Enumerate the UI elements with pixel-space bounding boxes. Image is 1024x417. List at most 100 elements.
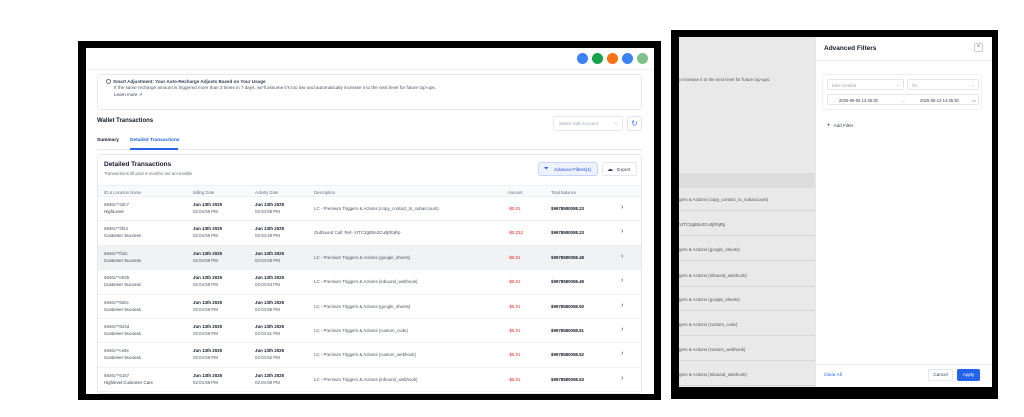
amount: -$0.01 bbox=[508, 303, 521, 309]
column-header-id: ID & Location Name bbox=[104, 189, 142, 195]
filter-group: Date created ⌄ On ⌄ 2025-06-06 14:35:30 → … bbox=[822, 74, 982, 110]
transaction-id: 6846c**826c bbox=[104, 299, 129, 305]
table-row[interactable]: 6846c**f1dc Customer Success Jun 13th 2025… bbox=[98, 245, 641, 271]
chevron-right-icon[interactable]: › bbox=[621, 204, 623, 211]
close-icon: × bbox=[976, 44, 981, 50]
background-text: y increase it to the next level for futu… bbox=[679, 77, 771, 82]
export-button[interactable]: ☁ Export bbox=[602, 162, 637, 176]
background-text: gers & Actions (google_sheets) bbox=[679, 247, 740, 252]
activity-date: Jun 13th 2025 bbox=[255, 372, 285, 378]
table-row[interactable]: 6846c**6157 Highlevel Customer Care Jun 13… bbox=[98, 368, 641, 393]
table-row[interactable]: 6846c**4dc7 HighLevel Jun 13th 2025 02:04:5… bbox=[98, 197, 641, 222]
billing-date: Jun 13th 2025 bbox=[193, 348, 223, 354]
billing-time: 02:04:59 PM bbox=[193, 379, 218, 385]
sub-account-select[interactable]: Select Sub Account ⌄ bbox=[553, 116, 623, 131]
external-link-icon: ↗ bbox=[138, 91, 143, 97]
billing-time: 02:04:59 PM bbox=[193, 306, 218, 312]
activity-time: 02:04:49 PM bbox=[255, 233, 280, 239]
activity-time: 02:04:59 PM bbox=[255, 257, 280, 263]
avatar[interactable] bbox=[637, 53, 648, 64]
amount: -$0.01 bbox=[508, 376, 521, 382]
chevron-right-icon[interactable]: › bbox=[621, 302, 623, 309]
location-name: Customer Success bbox=[104, 355, 141, 361]
chevron-down-icon: ⌄ bbox=[896, 82, 900, 87]
location-name: HighLevel bbox=[104, 209, 124, 214]
advanced-filters-screen: y increase it to the next level for futu… bbox=[679, 37, 992, 387]
table-row[interactable]: 6846c**824d Customer Success Jun 13th 2025… bbox=[98, 319, 641, 344]
column-header-billing-date: Billing Date bbox=[193, 189, 215, 195]
dimmed-background: y increase it to the next level for futu… bbox=[679, 37, 815, 387]
description: LC - Premium Triggers & Actions (copy_co… bbox=[314, 206, 439, 211]
amount: -$0.01 bbox=[508, 352, 521, 358]
chevron-down-icon: ⌄ bbox=[971, 82, 975, 87]
advanced-filters-title: Advanced Filters bbox=[824, 45, 877, 52]
smart-adjustment-notice: Smart Adjustment: Your Auto-Recharge Adj… bbox=[97, 74, 642, 110]
link-icon[interactable] bbox=[577, 53, 588, 64]
tab-detailed-transactions[interactable]: Detailed Transactions bbox=[130, 138, 180, 143]
billing-date: Jun 13th 2025 bbox=[193, 275, 223, 281]
billing-date: Jun 13th 2025 bbox=[193, 323, 223, 329]
transaction-id: 6846c**ce8e bbox=[104, 348, 129, 354]
background-row-divider bbox=[679, 210, 815, 211]
chevron-right-icon[interactable]: › bbox=[621, 326, 623, 333]
background-table-header bbox=[679, 173, 815, 188]
column-header-description: Description bbox=[314, 189, 335, 195]
background-row-divider bbox=[679, 286, 815, 287]
billing-date: Jun 13th 2025 bbox=[193, 202, 223, 207]
top-icons bbox=[577, 53, 648, 64]
total-balance: $9978580058.48 bbox=[551, 254, 584, 260]
filter-field-select[interactable]: Date created ⌄ bbox=[827, 79, 904, 90]
billing-time: 02:04:59 PM bbox=[193, 257, 218, 263]
chevron-right-icon[interactable]: › bbox=[621, 253, 623, 260]
background-text: gers & Actions (custom_code) bbox=[679, 322, 738, 327]
background-row-divider bbox=[679, 310, 815, 311]
add-filter-button[interactable]: + Add Filter bbox=[827, 123, 853, 129]
table-row[interactable]: 6846c**3f24 Customer Success Jun 13th 2025… bbox=[98, 221, 641, 246]
background-row-divider bbox=[679, 385, 815, 386]
apply-button[interactable]: Apply bbox=[957, 369, 980, 381]
table-row[interactable]: 6846c**ce8e Customer Success Jun 13th 2025… bbox=[98, 343, 641, 368]
activity-date: Jun 13th 2025 bbox=[255, 275, 285, 281]
location-name: Customer Success bbox=[104, 233, 141, 239]
chevron-right-icon[interactable]: › bbox=[621, 350, 623, 357]
notification-icon[interactable] bbox=[607, 53, 618, 64]
activity-date: Jun 13th 2025 bbox=[255, 299, 285, 305]
activity-time: 02:04:53 PM bbox=[255, 282, 280, 288]
location-name: Customer Success bbox=[104, 257, 141, 263]
amount: -$0.01 bbox=[508, 279, 521, 285]
table-row[interactable]: 6846c**826c Customer Success Jun 13th 2025… bbox=[98, 295, 641, 319]
description: LC - Premium Triggers & Actions (inbound… bbox=[314, 376, 418, 382]
total-balance: $9978580058.53 bbox=[551, 376, 584, 382]
phone-icon[interactable] bbox=[592, 53, 603, 64]
info-icon bbox=[106, 79, 111, 85]
date-range-picker[interactable]: 2025-06-06 14:35:30 → 2025-06-13 14:35:3… bbox=[827, 94, 979, 105]
total-balance: $9978580058.51 bbox=[551, 327, 584, 333]
panel-divider bbox=[816, 60, 992, 61]
chevron-right-icon[interactable]: › bbox=[621, 277, 623, 284]
tab-summary[interactable]: Summary bbox=[97, 138, 119, 143]
background-text: gers & Actions (inbound_webhook) bbox=[679, 372, 747, 377]
help-icon[interactable] bbox=[622, 53, 633, 64]
chevron-right-icon[interactable]: › bbox=[621, 228, 623, 235]
detailed-transactions-title: Detailed Transactions bbox=[104, 161, 172, 168]
cancel-button[interactable]: Cancel bbox=[928, 369, 953, 381]
smart-adjustment-title: Smart Adjustment: Your Auto-Recharge Adj… bbox=[113, 79, 266, 84]
clear-all-button[interactable]: Clear All bbox=[824, 373, 842, 378]
background-row-divider bbox=[679, 260, 815, 261]
close-button[interactable]: × bbox=[974, 43, 983, 52]
refresh-button[interactable]: ↻ bbox=[627, 116, 642, 131]
description: LC - Premium Triggers & Actions (inbound… bbox=[314, 279, 418, 285]
location-name: Customer Success bbox=[104, 282, 141, 288]
detailed-transactions-card: Detailed Transactions Transactions till … bbox=[97, 154, 642, 394]
learn-more-link[interactable]: Learn more bbox=[114, 92, 138, 97]
chevron-down-icon: ⌄ bbox=[613, 120, 618, 126]
advance-filters-button[interactable]: ⏷ Advance Filters(1) bbox=[538, 162, 598, 176]
arrow-right-icon: → bbox=[901, 98, 906, 103]
chevron-right-icon[interactable]: › bbox=[621, 375, 623, 382]
table-row[interactable]: 6846c**e835 Customer Success Jun 13th 2025… bbox=[98, 270, 641, 295]
end-date: 2025-06-13 14:35:30 bbox=[920, 98, 959, 103]
filter-operator-select[interactable]: On ⌄ bbox=[907, 79, 979, 90]
amount: -$0.01 bbox=[508, 206, 521, 211]
background-text: VITC2gB0e2Cu0jRbjRp bbox=[679, 222, 726, 227]
total-balance: $9978580058.49 bbox=[551, 279, 584, 285]
